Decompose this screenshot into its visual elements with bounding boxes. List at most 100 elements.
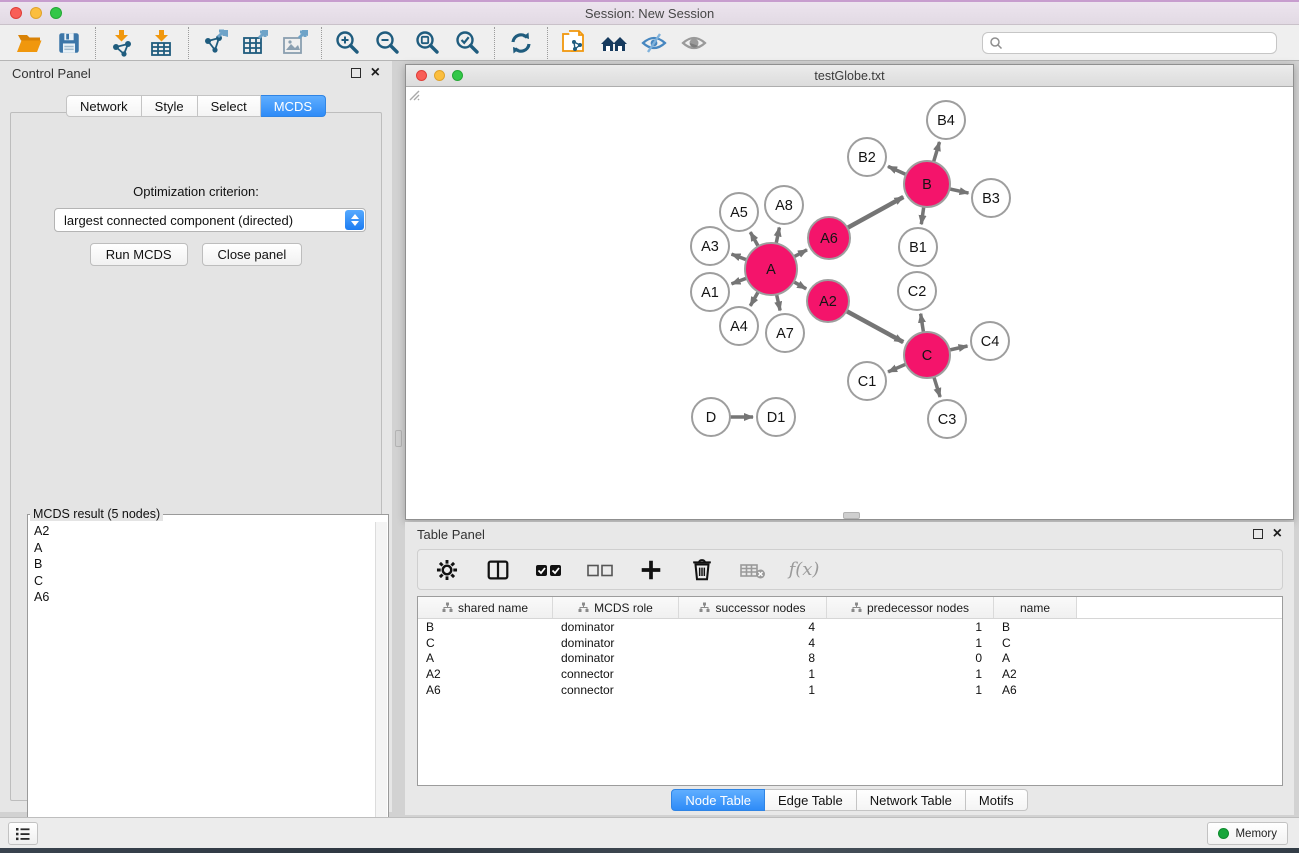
tab-mcds[interactable]: MCDS [261,95,326,117]
import-network-icon[interactable] [105,28,139,58]
export-network-icon[interactable] [198,28,232,58]
zoom-in-icon[interactable] [331,28,365,58]
panel-divider-grip[interactable] [395,430,402,447]
export-table-icon[interactable] [238,28,272,58]
table-row-a6[interactable]: A6connector11A6 [418,682,1282,698]
column-header-name[interactable]: name [994,597,1077,618]
session-title: Session: New Session [0,6,1299,21]
zoom-fit-icon[interactable] [411,28,445,58]
criterion-dropdown[interactable]: largest connected component (directed) [54,208,366,232]
graph-node-label-A4: A4 [730,319,748,335]
cell: C [418,635,553,651]
cell: A2 [994,666,1077,682]
column-header-predecessor-nodes[interactable]: predecessor nodes [827,597,994,618]
graph-node-label-B3: B3 [982,191,1000,207]
cell: B [418,619,553,635]
cell: 4 [679,619,827,635]
column-header-MCDS-role[interactable]: MCDS role [553,597,679,618]
cell: 1 [679,666,827,682]
tab-style[interactable]: Style [142,95,198,117]
network-canvas[interactable]: B4B2BB3A8A5A6A3B1AA1C2A2A4A7C4CC1C3DD1 [406,87,1293,519]
zoom-selected-icon[interactable] [451,28,485,58]
select-all-icon[interactable] [534,556,564,584]
table-tab-edge-table[interactable]: Edge Table [765,789,857,811]
column-header-successor-nodes[interactable]: successor nodes [679,597,827,618]
close-panel-icon[interactable]: × [371,68,380,78]
search-input[interactable] [1003,36,1270,50]
column-tree-icon [578,602,589,613]
show-all-icon[interactable] [677,28,711,58]
cell: 4 [679,635,827,651]
deselect-all-icon[interactable] [585,556,615,584]
export-image-icon[interactable] [278,28,312,58]
split-view-icon[interactable] [483,556,513,584]
run-mcds-button[interactable]: Run MCDS [90,243,188,266]
close-panel-button[interactable]: Close panel [202,243,303,266]
result-item-b[interactable]: B [34,556,374,573]
table-header-row: shared nameMCDS rolesuccessor nodesprede… [418,597,1282,619]
session-titlebar: Session: New Session [0,0,1299,25]
mcds-result-title: MCDS result (5 nodes) [30,507,163,521]
desktop-background [0,848,1299,853]
table-divider-grip[interactable] [843,512,860,519]
graph-node-label-B: B [922,177,932,193]
graph-node-label-A5: A5 [730,205,748,221]
result-item-a[interactable]: A [34,540,374,557]
table-row-b[interactable]: Bdominator41B [418,619,1282,635]
add-column-icon[interactable] [636,556,666,584]
result-item-a2[interactable]: A2 [34,523,374,540]
cell: A6 [994,682,1077,698]
new-network-from-selection-icon[interactable] [557,28,591,58]
hide-selected-icon[interactable] [637,28,671,58]
main-toolbar [0,25,1299,61]
first-neighbors-icon[interactable] [597,28,631,58]
table-row-a2[interactable]: A2connector11A2 [418,666,1282,682]
result-item-c[interactable]: C [34,573,374,590]
import-table-icon[interactable] [145,28,179,58]
refresh-icon[interactable] [504,28,538,58]
function-builder-icon[interactable]: f(x) [789,556,819,584]
cell: dominator [553,635,679,651]
control-panel: Control Panel × NetworkStyleSelectMCDS O… [0,61,392,812]
result-scrollbar[interactable] [375,522,387,849]
close-table-panel-icon[interactable]: × [1273,529,1282,539]
graph-node-label-B1: B1 [909,240,927,256]
delete-column-icon[interactable] [687,556,717,584]
float-table-panel-icon[interactable] [1253,529,1263,539]
cell: connector [553,682,679,698]
table-tabs: Node TableEdge TableNetwork TableMotifs [671,789,1027,811]
graph-node-label-A2: A2 [819,294,837,310]
float-panel-icon[interactable] [351,68,361,78]
network-view-window: testGlobe.txt B4B2BB3A8A5A6A3B1AA1C2A2A4… [405,64,1294,520]
column-header-shared-name[interactable]: shared name [418,597,553,618]
search-field[interactable] [982,32,1277,54]
table-row-c[interactable]: Cdominator41C [418,635,1282,651]
table-tab-node-table[interactable]: Node Table [671,789,765,811]
table-row-a[interactable]: Adominator80A [418,651,1282,667]
open-session-icon[interactable] [12,28,46,58]
window-resize-grip[interactable] [406,87,420,101]
optimization-criterion-label: Optimization criterion: [11,184,381,199]
cell: 8 [679,651,827,667]
result-item-a6[interactable]: A6 [34,589,374,606]
cell: A [994,651,1077,667]
tab-select[interactable]: Select [198,95,261,117]
table-tab-network-table[interactable]: Network Table [857,789,966,811]
delete-table-icon[interactable] [738,556,768,584]
cell: 0 [827,651,994,667]
zoom-out-icon[interactable] [371,28,405,58]
tab-network[interactable]: Network [66,95,142,117]
graph-node-label-A: A [766,262,776,278]
graph-node-label-A3: A3 [701,239,719,255]
memory-button[interactable]: Memory [1207,822,1288,845]
table-tab-motifs[interactable]: Motifs [966,789,1028,811]
mcds-tab-content: Optimization criterion: largest connecte… [10,112,382,801]
task-history-button[interactable] [8,822,38,845]
save-session-icon[interactable] [52,28,86,58]
graph-node-label-A6: A6 [820,231,838,247]
dropdown-stepper-icon [345,210,364,230]
graph-node-label-D: D [706,410,716,426]
settings-gear-icon[interactable] [432,556,462,584]
network-window-titlebar[interactable]: testGlobe.txt [406,65,1293,87]
table-body: Bdominator41BCdominator41CAdominator80AA… [418,619,1282,698]
